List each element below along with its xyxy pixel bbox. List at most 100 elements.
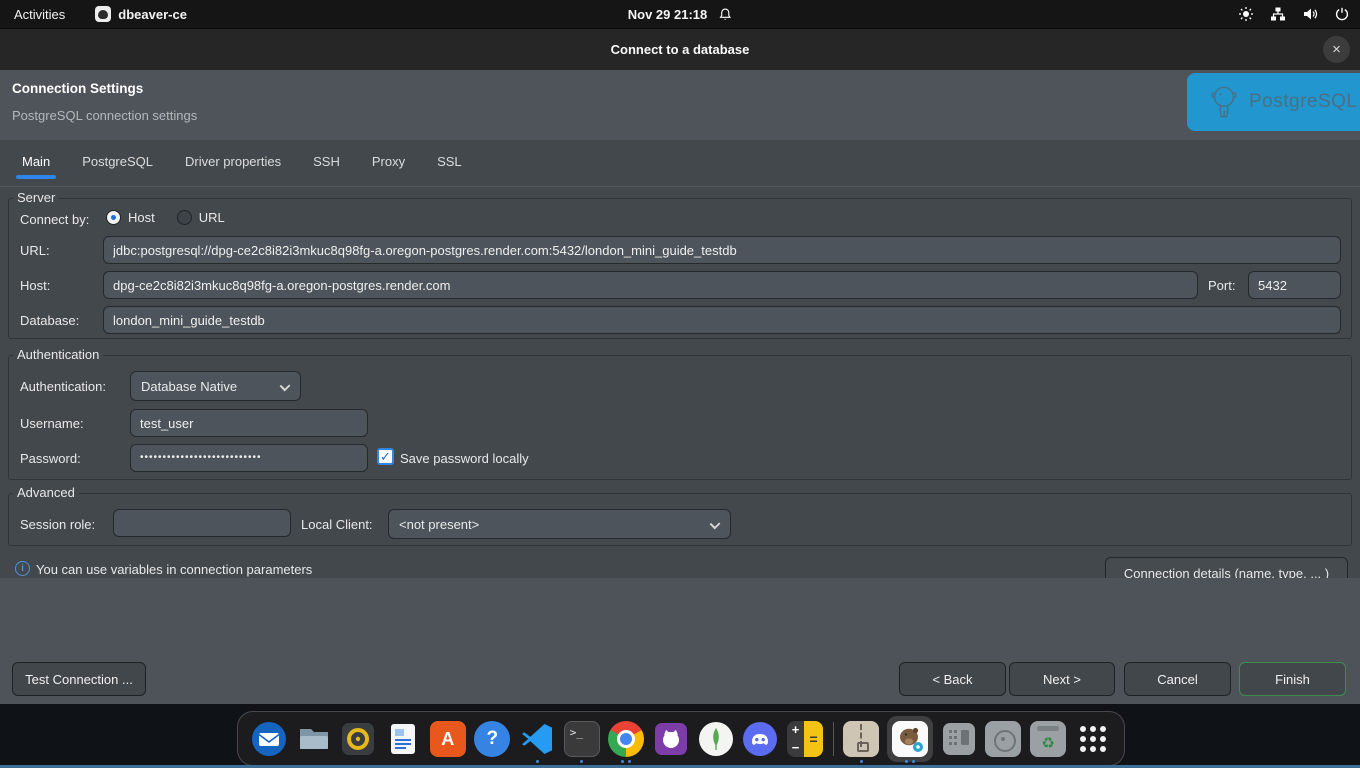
archive-icon — [843, 721, 879, 757]
authentication-label: Authentication: — [20, 379, 106, 394]
host-label: Host: — [20, 278, 50, 293]
github-icon — [653, 721, 689, 757]
wizard-header: Connection Settings PostgreSQL connectio… — [0, 70, 1360, 140]
port-input[interactable] — [1248, 271, 1341, 299]
info-text: You can use variables in connection para… — [36, 562, 312, 577]
tab-separator — [0, 186, 1360, 187]
radio-host-label: Host — [128, 210, 155, 225]
tab-main[interactable]: Main — [20, 152, 52, 179]
running-indicator — [607, 760, 645, 763]
connection-details-button[interactable]: Connection details (name, type, ... ) — [1105, 557, 1348, 578]
local-client-select[interactable]: <not present> — [388, 509, 731, 539]
authentication-select[interactable]: Database Native — [130, 371, 301, 401]
notifications-bell-icon — [717, 7, 732, 22]
discord-icon — [742, 721, 778, 757]
database-input[interactable] — [103, 306, 1341, 334]
dialog-titlebar: Connect to a database × — [0, 28, 1360, 70]
app-grid-icon — [1080, 726, 1106, 752]
radio-url-dot — [177, 210, 192, 225]
tab-proxy[interactable]: Proxy — [370, 152, 407, 179]
disks-icon — [985, 721, 1021, 757]
dock-item-calculator[interactable]: +−= — [786, 714, 824, 764]
vscode-icon — [519, 721, 555, 757]
dock-item-dbeaver[interactable] — [887, 714, 933, 764]
dock-item-thunderbird[interactable] — [250, 714, 288, 764]
dock-item-help[interactable]: ? — [473, 714, 511, 764]
clock-menu[interactable]: Nov 29 21:18 — [628, 7, 733, 22]
dock-item-chrome[interactable] — [607, 714, 645, 764]
dock-item-terminal[interactable]: >_ — [563, 714, 601, 764]
page-title: Connection Settings — [12, 81, 143, 96]
next-button[interactable]: Next > — [1009, 662, 1115, 696]
dock-item-github-desktop[interactable] — [652, 714, 690, 764]
page-subtitle: PostgreSQL connection settings — [12, 108, 197, 123]
system-status-area[interactable] — [1238, 6, 1350, 22]
tab-driver-properties[interactable]: Driver properties — [183, 152, 283, 179]
network-icon — [1270, 6, 1286, 22]
running-indicator — [887, 760, 933, 763]
session-role-input[interactable] — [113, 509, 291, 537]
password-input[interactable]: ••••••••••••••••••••••••••• — [130, 444, 368, 472]
server-group-legend: Server — [13, 190, 59, 205]
password-label: Password: — [20, 451, 81, 466]
running-indicator — [842, 760, 880, 763]
focused-app-menu[interactable]: dbeaver-ce — [95, 6, 187, 22]
finish-button[interactable]: Finish — [1239, 662, 1346, 696]
chevron-down-icon — [710, 519, 721, 530]
boxes-icon — [941, 721, 977, 757]
dock-item-app-grid[interactable] — [1074, 714, 1112, 764]
radio-url-label: URL — [199, 210, 225, 225]
dock-item-trash[interactable]: ♻ — [1029, 714, 1067, 764]
local-client-label: Local Client: — [301, 517, 373, 532]
host-input[interactable] — [103, 271, 1198, 299]
postgresql-elephant-icon — [1205, 81, 1243, 123]
dock-item-rhythmbox[interactable] — [339, 714, 377, 764]
save-password-checkbox[interactable]: ✓ — [377, 448, 394, 465]
session-role-label: Session role: — [20, 517, 95, 532]
trash-icon: ♻ — [1030, 721, 1066, 757]
back-button[interactable]: < Back — [899, 662, 1006, 696]
mongodb-icon — [698, 721, 734, 757]
dock-item-boxes[interactable] — [940, 714, 978, 764]
dock-item-ubuntu-software[interactable]: A — [429, 714, 467, 764]
authentication-selected-value: Database Native — [141, 379, 237, 394]
dbeaver-icon — [892, 721, 928, 757]
test-connection-button[interactable]: Test Connection ... — [12, 662, 146, 696]
help-icon: ? — [474, 721, 510, 757]
radio-url[interactable]: URL — [177, 210, 225, 225]
dbeaver-app-icon — [95, 6, 111, 22]
dock-item-archive-manager[interactable] — [842, 714, 880, 764]
cancel-button[interactable]: Cancel — [1124, 662, 1231, 696]
dock-item-vscode[interactable] — [518, 714, 556, 764]
dock-separator — [833, 722, 834, 756]
dialog-title: Connect to a database — [611, 42, 750, 57]
tab-ssh[interactable]: SSH — [311, 152, 342, 179]
running-indicator — [518, 760, 556, 763]
writer-icon — [385, 721, 421, 757]
dock-item-discord[interactable] — [741, 714, 779, 764]
radio-host[interactable]: Host — [106, 210, 155, 225]
dock-item-disks[interactable] — [984, 714, 1022, 764]
tab-postgresql[interactable]: PostgreSQL — [80, 152, 155, 179]
dock-item-files[interactable] — [295, 714, 333, 764]
active-app-highlight — [887, 716, 933, 762]
username-input[interactable] — [130, 409, 368, 437]
connect-by-label: Connect by: — [20, 212, 89, 227]
brightness-icon — [1238, 6, 1254, 22]
activities-button[interactable]: Activities — [10, 7, 69, 22]
terminal-icon: >_ — [564, 721, 600, 757]
dock-item-mongodb[interactable] — [697, 714, 735, 764]
tab-ssl[interactable]: SSL — [435, 152, 464, 179]
ubuntu-software-icon: A — [430, 721, 466, 757]
dock: A ? >_ +−= — [237, 711, 1125, 766]
connect-by-radios: Host URL — [106, 210, 225, 225]
focused-app-label: dbeaver-ce — [118, 7, 187, 22]
chevron-down-icon — [280, 381, 291, 392]
database-label: Database: — [20, 313, 79, 328]
dock-item-libreoffice-writer[interactable] — [384, 714, 422, 764]
files-folder-icon — [296, 721, 332, 757]
calculator-icon: +−= — [787, 721, 823, 757]
url-input[interactable] — [103, 236, 1341, 264]
close-icon[interactable]: × — [1323, 36, 1350, 63]
screen: Activities dbeaver-ce Nov 29 21:18 Conne… — [0, 0, 1360, 768]
